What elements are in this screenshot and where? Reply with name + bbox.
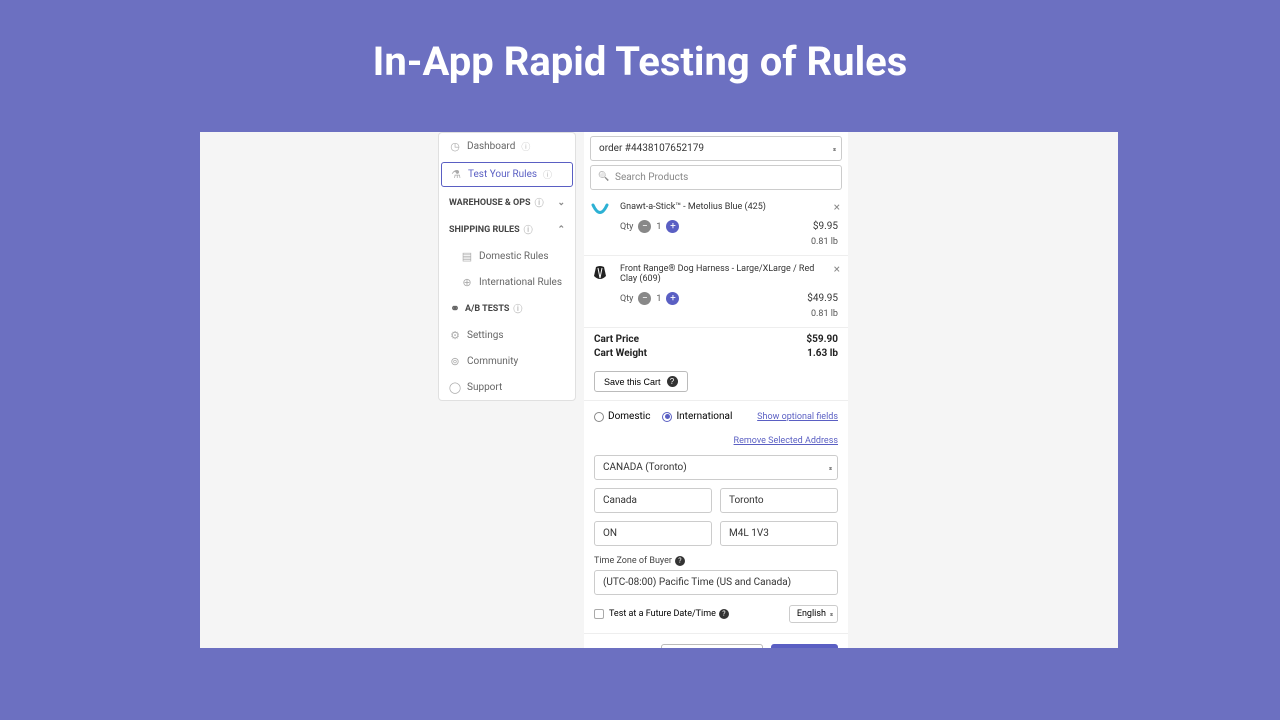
radio-label: International: [676, 411, 732, 422]
headset-icon: ◯: [449, 381, 461, 393]
qty-value: 1: [656, 222, 661, 232]
item-weight: 0.81 lb: [594, 237, 838, 247]
item-price: $49.95: [807, 293, 838, 304]
qty-increase-button[interactable]: +: [666, 220, 679, 233]
cart-summary: Cart Price $59.90 Cart Weight 1.63 lb: [584, 328, 848, 368]
timezone-label: Time Zone of Buyer ?: [594, 556, 838, 566]
sidebar-item-support[interactable]: ◯ Support: [439, 374, 575, 400]
help-icon: ?: [719, 609, 729, 619]
sidebar-item-community[interactable]: ⊚ Community: [439, 348, 575, 374]
info-icon: [521, 140, 530, 153]
button-label: Save this Cart: [604, 377, 661, 387]
people-icon: ⊚: [449, 355, 461, 367]
address-section: Domestic International Show optional fie…: [584, 400, 848, 633]
page-title: In-App Rapid Testing of Rules: [0, 0, 1280, 85]
city-input[interactable]: Toronto: [720, 488, 838, 513]
sidebar: ◷ Dashboard ⚗ Test Your Rules WAREHOUSE …: [438, 132, 576, 401]
chevron-up-icon: ⌃: [557, 225, 565, 235]
timezone-select[interactable]: (UTC-08:00) Pacific Time (US and Canada): [594, 570, 838, 595]
cart-weight-value: 1.63 lb: [807, 348, 838, 359]
gauge-icon: ◷: [449, 141, 461, 153]
language-select[interactable]: English: [789, 605, 838, 623]
help-icon: ?: [667, 376, 678, 387]
sidebar-header-shipping[interactable]: SHIPPING RULES ⌃: [439, 216, 575, 243]
country-select-value: CANADA (Toronto): [603, 462, 687, 473]
province-input[interactable]: ON: [594, 521, 712, 546]
sidebar-item-settings[interactable]: ⚙ Settings: [439, 322, 575, 348]
sidebar-label: Support: [467, 382, 502, 393]
sidebar-item-dashboard[interactable]: ◷ Dashboard: [439, 133, 575, 160]
help-icon: ?: [675, 556, 685, 566]
product-thumb: [590, 264, 610, 284]
cart-weight-label: Cart Weight: [594, 348, 647, 359]
item-weight: 0.81 lb: [594, 309, 838, 319]
sidebar-label: International Rules: [479, 277, 562, 288]
sidebar-item-abtests[interactable]: ⚭ A/B TESTS: [439, 295, 575, 322]
qty-increase-button[interactable]: +: [666, 292, 679, 305]
sidebar-header-warehouse[interactable]: WAREHOUSE & OPS ⌄: [439, 189, 575, 216]
qty-label: Qty: [620, 222, 633, 232]
checkbox-icon: [594, 609, 604, 619]
lang-value: English: [797, 609, 826, 619]
show-optional-link[interactable]: Show optional fields: [757, 412, 838, 422]
main-panel: order #4438107652179 Search Products Gna…: [584, 132, 848, 648]
save-address-button[interactable]: Save this Address: [661, 644, 763, 648]
search-input[interactable]: Search Products: [590, 165, 842, 190]
globe-icon: ⊕: [461, 276, 473, 288]
footer-actions: Save this Address Get Rates: [584, 633, 848, 648]
info-icon: [535, 196, 544, 209]
cart-price-value: $59.90: [806, 334, 838, 345]
country-select[interactable]: CANADA (Toronto): [594, 455, 838, 480]
flask-icon: ⚗: [450, 169, 462, 181]
radio-label: Domestic: [608, 411, 650, 422]
qty-decrease-button[interactable]: −: [638, 292, 651, 305]
cart-item: Front Range® Dog Harness - Large/XLarge …: [584, 256, 848, 328]
cart-item-title: Gnawt-a-Stick™ - Metolius Blue (425): [620, 202, 838, 212]
radio-international[interactable]: International: [662, 411, 732, 422]
sidebar-label: Test Your Rules: [468, 169, 537, 180]
sidebar-item-test-rules[interactable]: ⚗ Test Your Rules: [441, 162, 573, 187]
info-icon: [524, 223, 533, 236]
sidebar-item-domestic-rules[interactable]: ▤ Domestic Rules: [439, 243, 575, 269]
sidebar-label: Domestic Rules: [479, 251, 549, 262]
get-rates-button[interactable]: Get Rates: [771, 644, 838, 648]
qty-label: Qty: [620, 294, 633, 304]
qty-value: 1: [656, 294, 661, 304]
gear-icon: ⚙: [449, 329, 461, 341]
future-date-checkbox-row[interactable]: Test at a Future Date/Time ?: [594, 609, 729, 619]
chevron-down-icon: ⌄: [557, 198, 565, 208]
list-icon: ▤: [461, 250, 473, 262]
sidebar-label: Community: [467, 356, 518, 367]
sidebar-item-intl-rules[interactable]: ⊕ International Rules: [439, 269, 575, 295]
order-select[interactable]: order #4438107652179: [590, 136, 842, 161]
info-icon: [513, 302, 522, 315]
sidebar-label: Dashboard: [467, 141, 515, 152]
radio-icon: [594, 412, 604, 422]
product-thumb: [590, 202, 610, 222]
cart-item: Gnawt-a-Stick™ - Metolius Blue (425) × Q…: [584, 194, 848, 256]
app-window: ◷ Dashboard ⚗ Test Your Rules WAREHOUSE …: [200, 132, 1118, 648]
header-label: SHIPPING RULES: [449, 225, 520, 235]
order-select-value: order #4438107652179: [599, 143, 704, 154]
cart-price-label: Cart Price: [594, 334, 639, 345]
postal-input[interactable]: M4L 1V3: [720, 521, 838, 546]
sidebar-label: Settings: [467, 330, 504, 341]
item-price: $9.95: [813, 221, 838, 232]
radio-icon: [662, 412, 672, 422]
search-placeholder: Search Products: [615, 172, 688, 183]
save-cart-button[interactable]: Save this Cart ?: [594, 371, 688, 392]
remove-item-button[interactable]: ×: [834, 262, 840, 276]
remove-item-button[interactable]: ×: [834, 200, 840, 214]
remove-address-link[interactable]: Remove Selected Address: [734, 436, 838, 446]
cart-item-title: Front Range® Dog Harness - Large/XLarge …: [620, 264, 838, 284]
info-icon: [543, 168, 552, 181]
future-label: Test at a Future Date/Time: [609, 609, 716, 619]
radio-domestic[interactable]: Domestic: [594, 411, 650, 422]
flask-icon: ⚭: [449, 303, 461, 315]
qty-decrease-button[interactable]: −: [638, 220, 651, 233]
header-label: WAREHOUSE & OPS: [449, 198, 531, 208]
sidebar-label: A/B TESTS: [465, 304, 509, 314]
country-input[interactable]: Canada: [594, 488, 712, 513]
